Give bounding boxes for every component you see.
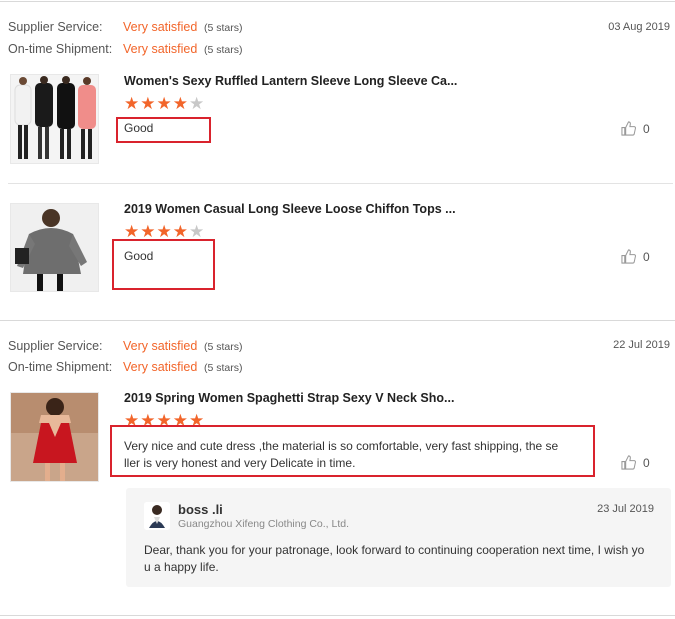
supplier-service-label: Supplier Service: (8, 339, 103, 353)
item-divider (8, 183, 673, 184)
review-divider (0, 320, 675, 321)
rating-stars: ★★★★★ (124, 95, 205, 112)
seller-reply: boss .li Guangzhou Xifeng Clothing Co., … (126, 488, 671, 587)
reply-text-line-2: u a happy life. (144, 560, 219, 574)
star-icon: ★ (172, 94, 189, 113)
like-button[interactable]: 0 (621, 455, 650, 470)
on-time-shipment-stars: (5 stars) (204, 44, 243, 56)
supplier-service-stars: (5 stars) (204, 22, 243, 34)
supplier-service-label: Supplier Service: (8, 20, 103, 34)
reply-text-line-1: Dear, thank you for your patronage, look… (144, 543, 645, 557)
like-button[interactable]: 0 (621, 121, 650, 136)
star-icon: ★ (156, 94, 173, 113)
on-time-shipment-value: Very satisfied (123, 42, 198, 56)
like-count: 0 (643, 121, 650, 136)
product-thumbnail[interactable] (10, 74, 99, 164)
on-time-shipment-stars: (5 stars) (204, 362, 243, 374)
top-divider (0, 1, 675, 2)
review-text: Good (124, 249, 154, 263)
like-count: 0 (643, 455, 650, 470)
thumbs-up-icon (621, 455, 636, 470)
review-text: Good (124, 121, 154, 135)
on-time-shipment-label: On-time Shipment: (8, 42, 113, 56)
star-icon: ★ (140, 94, 157, 113)
review-date: 03 Aug 2019 (608, 21, 670, 33)
reply-date: 23 Jul 2019 (597, 503, 654, 515)
thumbs-up-icon (621, 121, 636, 136)
bottom-divider (0, 615, 675, 616)
supplier-service-value: Very satisfied (123, 20, 198, 34)
seller-company: Guangzhou Xifeng Clothing Co., Ltd. (178, 518, 350, 530)
star-icon: ★ (189, 94, 206, 113)
review-text-line-2: ller is very honest and very Delicate in… (124, 456, 356, 470)
review-date: 22 Jul 2019 (613, 339, 670, 351)
product-thumbnail[interactable] (10, 392, 99, 482)
like-count: 0 (643, 249, 650, 264)
on-time-shipment-label: On-time Shipment: (8, 360, 113, 374)
thumbs-up-icon (621, 249, 636, 264)
product-photo-red-dress (11, 393, 98, 481)
supplier-service-stars: (5 stars) (204, 341, 243, 353)
product-title[interactable]: 2019 Women Casual Long Sleeve Loose Chif… (124, 202, 456, 216)
star-icon: ★ (124, 94, 141, 113)
product-photo-ruffled-tops (11, 75, 98, 163)
product-photo-chiffon-top (11, 204, 98, 291)
on-time-shipment-value: Very satisfied (123, 360, 198, 374)
product-title[interactable]: 2019 Spring Women Spaghetti Strap Sexy V… (124, 391, 454, 405)
product-thumbnail[interactable] (10, 203, 99, 292)
rating-stars: ★★★★★ (124, 223, 205, 240)
like-button[interactable]: 0 (621, 249, 650, 264)
seller-avatar (144, 502, 170, 530)
supplier-service-value: Very satisfied (123, 339, 198, 353)
seller-name: boss .li (178, 502, 223, 517)
product-title[interactable]: Women's Sexy Ruffled Lantern Sleeve Long… (124, 74, 457, 88)
review-text-line-1: Very nice and cute dress ,the material i… (124, 439, 559, 453)
